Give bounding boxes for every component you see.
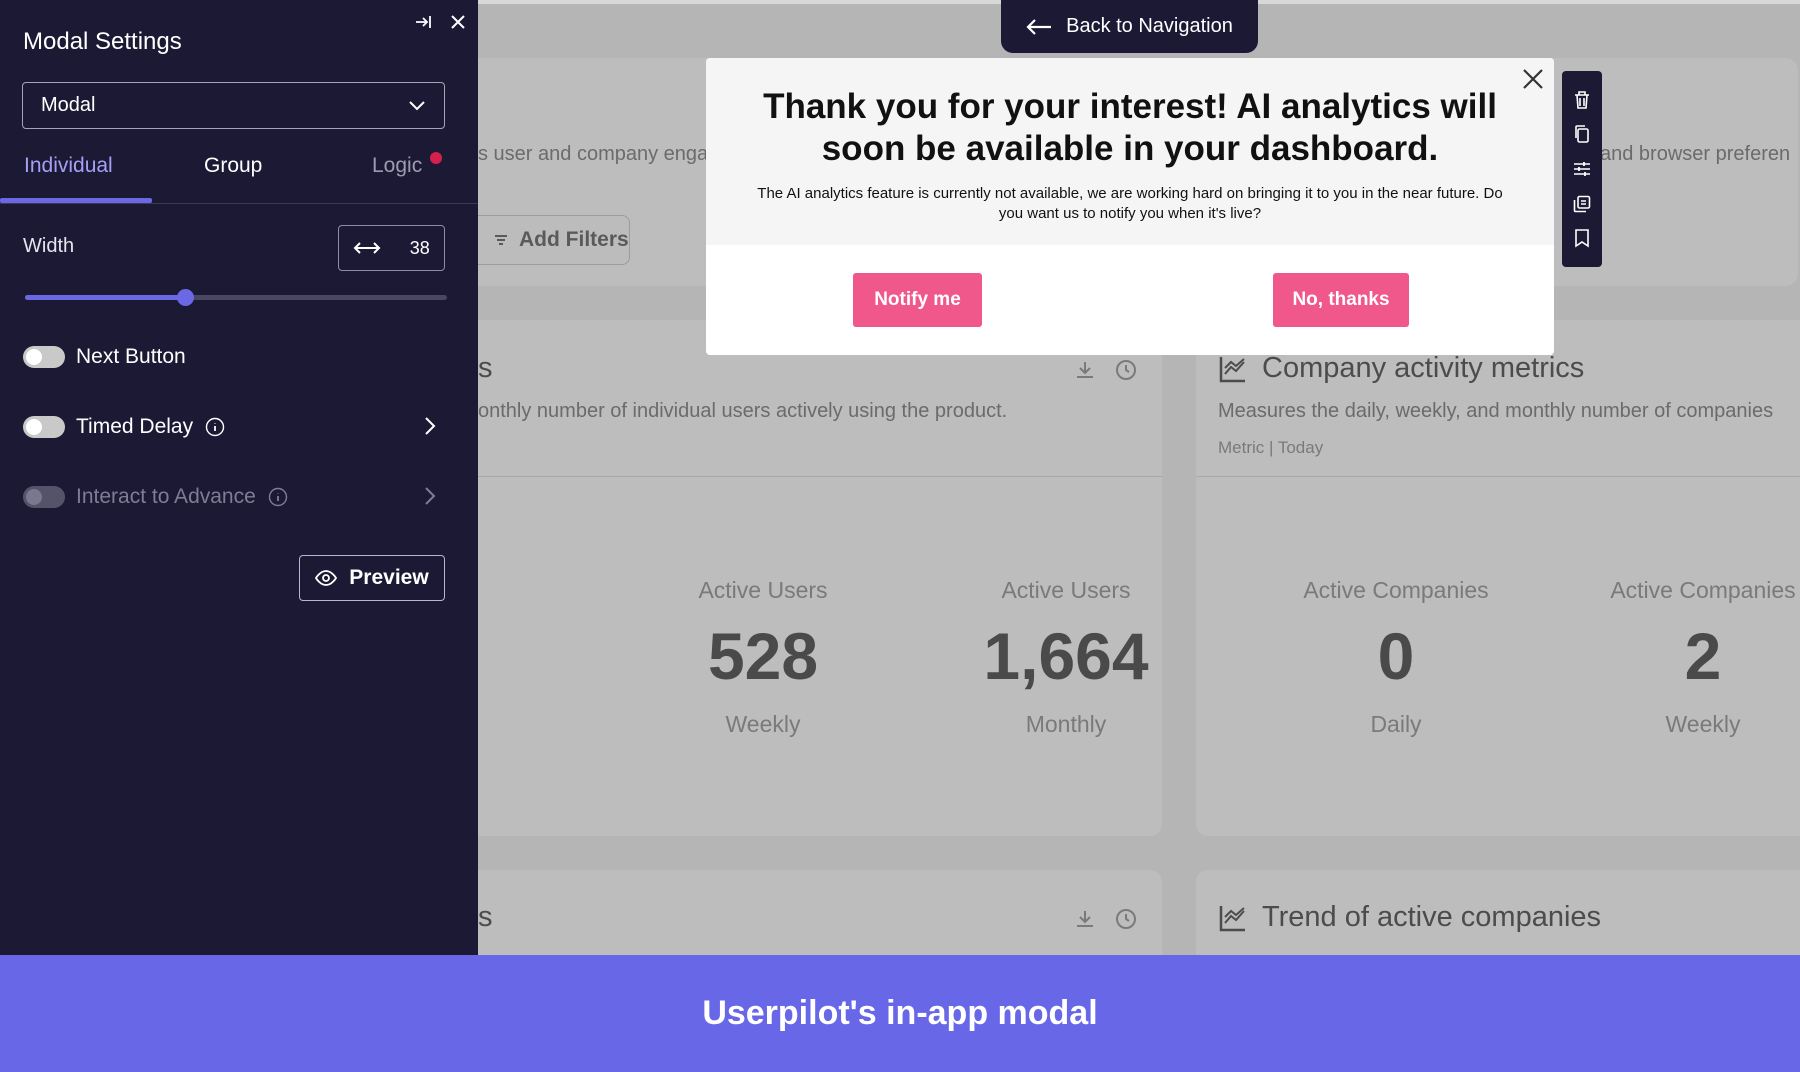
stat-label: Active Users bbox=[1001, 577, 1131, 603]
active-users-card-title: s bbox=[478, 352, 493, 384]
chevron-down-icon bbox=[408, 100, 426, 112]
collapse-panel-icon[interactable] bbox=[412, 10, 436, 34]
no-thanks-button[interactable]: No, thanks bbox=[1273, 273, 1409, 327]
logic-notification-dot bbox=[430, 152, 442, 164]
add-filters-label: Add Filters bbox=[519, 228, 629, 251]
add-filters-button[interactable]: Add Filters bbox=[478, 215, 630, 265]
timed-delay-toggle[interactable] bbox=[23, 416, 65, 438]
panel-title: Modal Settings bbox=[23, 28, 182, 55]
chart-icon bbox=[1218, 903, 1248, 933]
width-label: Width bbox=[23, 235, 75, 257]
stat-label: Active Users bbox=[698, 577, 828, 603]
width-slider[interactable] bbox=[25, 289, 447, 306]
bookmark-icon[interactable] bbox=[1570, 226, 1594, 250]
download-icon[interactable] bbox=[1073, 907, 1097, 931]
width-slider-handle[interactable] bbox=[177, 289, 195, 306]
back-to-navigation-label: Back to Navigation bbox=[1066, 15, 1233, 37]
interact-to-advance-label: Interact to Advance bbox=[76, 485, 256, 508]
preview-label: Preview bbox=[349, 566, 429, 589]
panel-header-actions bbox=[412, 10, 470, 34]
filters-description-left: s user and company enga bbox=[478, 143, 709, 165]
modal-body-text: The AI analytics feature is currently no… bbox=[757, 185, 1503, 222]
chevron-right-icon[interactable] bbox=[424, 486, 436, 506]
eye-icon bbox=[315, 570, 338, 586]
next-button-option: Next Button bbox=[23, 342, 186, 372]
arrow-left-icon bbox=[1026, 18, 1052, 36]
tab-logic[interactable]: Logic bbox=[372, 154, 422, 178]
close-icon[interactable] bbox=[1518, 64, 1548, 94]
stat-value: 0 bbox=[1377, 619, 1415, 693]
download-icon[interactable] bbox=[1073, 358, 1097, 382]
settings-tabs: Individual Group Logic bbox=[0, 148, 478, 204]
caption-text: Userpilot's in-app modal bbox=[702, 994, 1098, 1032]
notify-me-button[interactable]: Notify me bbox=[853, 273, 982, 327]
company-activity-card-title: Company activity metrics bbox=[1262, 352, 1585, 384]
timed-delay-option: Timed Delay bbox=[23, 412, 225, 442]
card-divider bbox=[1196, 476, 1800, 477]
modal-edit-toolbar bbox=[1562, 71, 1602, 267]
users-trend-card bbox=[478, 870, 1162, 955]
modal-settings-panel: Modal Settings Modal Individual Group Lo… bbox=[0, 0, 478, 955]
chevron-right-icon[interactable] bbox=[424, 416, 436, 436]
interact-to-advance-option: Interact to Advance bbox=[23, 482, 288, 512]
preview-button[interactable]: Preview bbox=[299, 555, 445, 601]
stat-label: Active Companies bbox=[1303, 577, 1489, 603]
duplicate-icon[interactable] bbox=[1570, 192, 1594, 216]
stat-period: Monthly bbox=[1025, 711, 1107, 737]
caption-banner: Userpilot's in-app modal bbox=[0, 955, 1800, 1072]
active-users-card-description: onthly number of individual users active… bbox=[478, 400, 1008, 422]
active-tab-indicator bbox=[0, 198, 152, 203]
company-activity-card-meta: Metric | Today bbox=[1218, 438, 1324, 457]
card-divider bbox=[478, 476, 1162, 477]
stat-value: 1,664 bbox=[983, 619, 1149, 693]
stat-value: 528 bbox=[707, 619, 819, 693]
content-type-select-value: Modal bbox=[41, 94, 96, 116]
chart-icon bbox=[1218, 354, 1248, 384]
filter-icon bbox=[493, 232, 509, 248]
width-slider-fill bbox=[25, 295, 186, 300]
tab-group[interactable]: Group bbox=[204, 154, 262, 178]
history-icon[interactable] bbox=[1114, 907, 1138, 931]
history-icon[interactable] bbox=[1114, 358, 1138, 382]
next-button-label: Next Button bbox=[76, 345, 186, 368]
stat-label: Active Companies bbox=[1610, 577, 1796, 603]
timed-delay-label: Timed Delay bbox=[76, 415, 194, 438]
trash-icon[interactable] bbox=[1570, 88, 1594, 112]
filters-description-right: and browser preferen bbox=[1600, 143, 1791, 165]
companies-trend-card-title: Trend of active companies bbox=[1262, 901, 1602, 933]
tab-individual[interactable]: Individual bbox=[24, 154, 113, 178]
stat-period: Weekly bbox=[1665, 711, 1741, 737]
stat-value: 2 bbox=[1684, 619, 1722, 693]
ai-analytics-modal: Thank you for your interest! AI analytic… bbox=[706, 58, 1554, 355]
width-value: 38 bbox=[409, 237, 430, 258]
stat-period: Daily bbox=[1370, 711, 1422, 737]
copy-icon[interactable] bbox=[1570, 122, 1594, 146]
close-icon[interactable] bbox=[446, 10, 470, 34]
content-type-select[interactable]: Modal bbox=[22, 82, 445, 129]
modal-title: Thank you for your interest! AI analytic… bbox=[763, 87, 1497, 168]
users-trend-card-title: s bbox=[478, 901, 493, 933]
next-button-toggle[interactable] bbox=[23, 346, 65, 368]
sliders-icon[interactable] bbox=[1570, 157, 1594, 181]
company-activity-card-description: Measures the daily, weekly, and monthly … bbox=[1218, 400, 1774, 422]
interact-to-advance-toggle[interactable] bbox=[23, 486, 65, 508]
back-to-navigation-button[interactable]: Back to Navigation bbox=[1001, 0, 1258, 53]
info-icon[interactable] bbox=[268, 487, 288, 507]
width-input[interactable]: 38 bbox=[338, 225, 445, 271]
stat-period: Weekly bbox=[725, 711, 801, 737]
info-icon[interactable] bbox=[205, 417, 225, 437]
resize-horizontal-icon bbox=[353, 240, 381, 256]
